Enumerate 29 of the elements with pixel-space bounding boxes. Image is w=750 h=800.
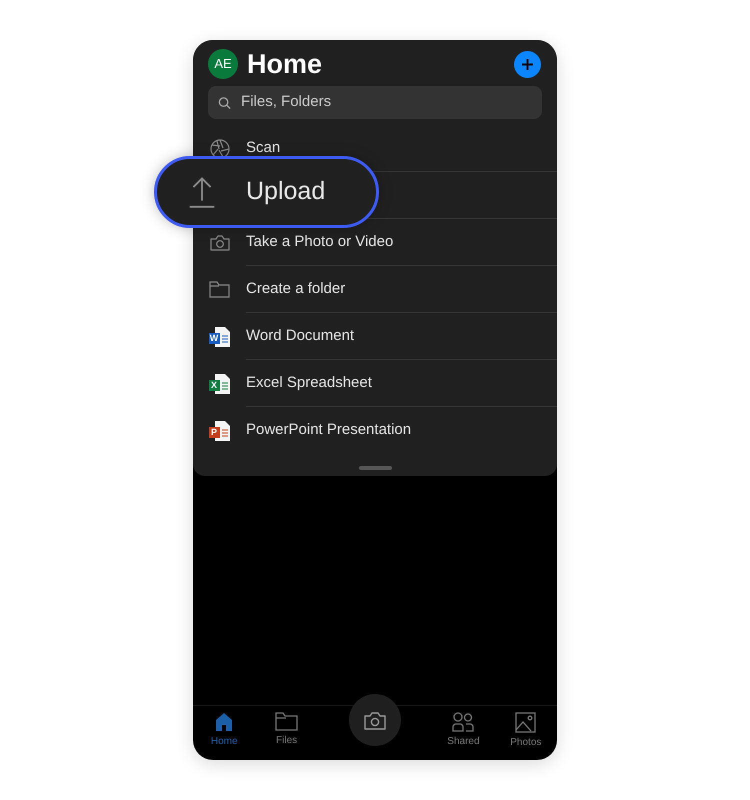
nav-tab[interactable]: Shared xyxy=(432,706,495,749)
camera-icon xyxy=(364,710,386,730)
upload-icon xyxy=(187,176,217,208)
highlighted-menu-item[interactable]: Upload xyxy=(154,156,379,228)
drag-handle[interactable] xyxy=(358,466,392,470)
home-icon xyxy=(214,712,234,732)
folder-icon xyxy=(209,281,230,298)
app-letter: X xyxy=(210,380,218,390)
people-icon xyxy=(452,712,474,732)
nav-tab[interactable]: Files xyxy=(255,706,318,748)
aperture-icon xyxy=(210,138,230,158)
menu-item[interactable]: Word Document xyxy=(246,324,354,348)
nav-tab[interactable]: Photos xyxy=(494,706,558,750)
camera-icon xyxy=(210,234,230,252)
app-letter: W xyxy=(208,332,220,344)
menu-item[interactable]: Create a folder xyxy=(246,278,346,300)
search-icon xyxy=(218,96,232,110)
avatar[interactable]: AE xyxy=(208,49,238,79)
menu-item[interactable]: Excel Spreadsheet xyxy=(246,372,372,394)
menu-item[interactable]: PowerPoint Presentation xyxy=(246,419,412,442)
image-icon xyxy=(515,712,536,733)
add-button[interactable] xyxy=(514,50,541,78)
search-bar[interactable]: Files, Folders xyxy=(208,86,542,119)
plus-icon xyxy=(521,58,534,70)
app-letter: P xyxy=(210,426,218,438)
page-title: Home xyxy=(247,48,324,80)
folder-icon xyxy=(275,712,298,731)
search-field[interactable]: Files, Folders xyxy=(239,90,532,115)
menu-item[interactable]: Take a Photo or Video xyxy=(246,230,394,254)
